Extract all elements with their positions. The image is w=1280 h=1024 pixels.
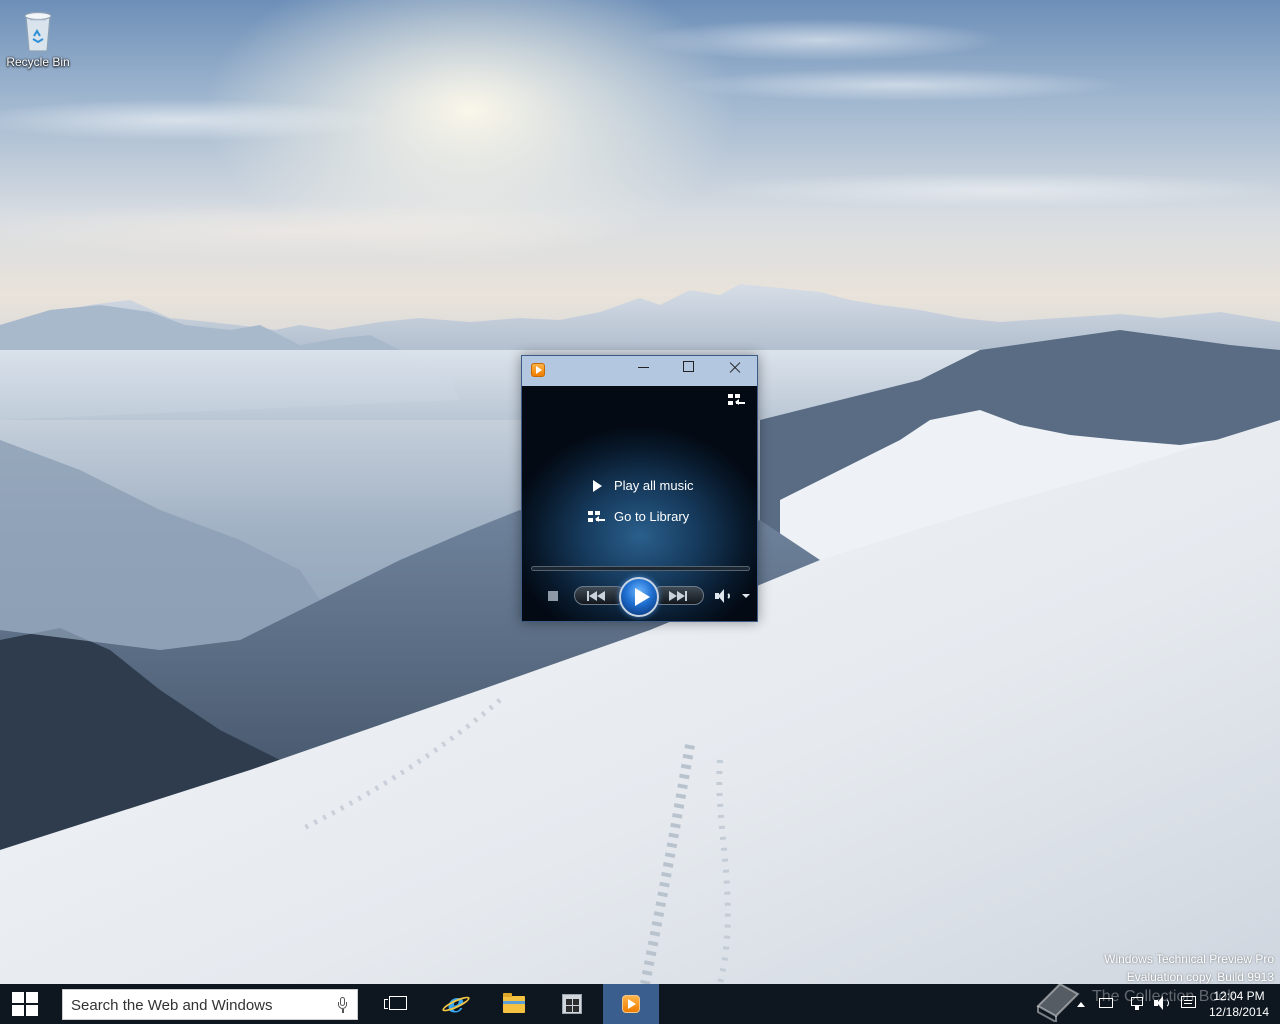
media-player-window[interactable]: Play all music Go to Library [521, 355, 758, 622]
now-playing-area: Play all music Go to Library [522, 386, 757, 621]
windows-media-player-icon [531, 363, 545, 377]
task-view-icon [384, 996, 407, 1010]
recycle-bin-label: Recycle Bin [6, 55, 70, 69]
recycle-bin-icon [24, 11, 52, 52]
next-icon [669, 591, 691, 601]
minimize-button[interactable] [620, 356, 666, 386]
internet-explorer-button[interactable]: e [432, 984, 480, 1024]
store-icon [562, 994, 582, 1014]
file-explorer-button[interactable] [490, 984, 538, 1024]
play-all-music-label: Play all music [614, 478, 694, 493]
switch-to-library-button[interactable] [728, 394, 748, 412]
next-button[interactable] [652, 586, 704, 605]
watermark-line-1: Windows Technical Preview Pro [1104, 952, 1274, 966]
play-all-music-link[interactable]: Play all music [588, 476, 693, 496]
seek-bar[interactable] [531, 566, 750, 571]
start-button[interactable] [0, 984, 50, 1024]
playback-controls [522, 576, 757, 620]
library-icon [588, 507, 614, 527]
play-button[interactable] [619, 577, 659, 617]
windows-media-player-taskbar-button[interactable] [603, 984, 659, 1024]
file-explorer-icon [503, 993, 525, 1013]
collection-book-overlay: The Collection Book [1030, 976, 1280, 1022]
volume-dropdown-icon[interactable] [742, 594, 750, 598]
media-player-titlebar[interactable] [522, 356, 757, 386]
search-placeholder: Search the Web and Windows [71, 997, 273, 1014]
microphone-icon[interactable] [337, 997, 347, 1013]
internet-explorer-icon: e [444, 991, 468, 1017]
stop-button[interactable] [548, 591, 558, 601]
recycle-bin-shortcut[interactable]: Recycle Bin [4, 6, 72, 69]
play-icon [588, 476, 614, 496]
mute-button[interactable] [715, 589, 731, 603]
collection-book-text: The Collection Book [1092, 988, 1236, 1005]
search-box[interactable]: Search the Web and Windows [62, 989, 358, 1020]
windows-media-player-icon [622, 995, 640, 1013]
maximize-button[interactable] [666, 356, 712, 386]
switch-to-library-icon [728, 394, 745, 406]
go-to-library-link[interactable]: Go to Library [588, 507, 689, 527]
go-to-library-label: Go to Library [614, 509, 690, 524]
close-button[interactable] [712, 356, 758, 386]
previous-icon [587, 591, 609, 601]
store-button[interactable] [548, 984, 596, 1024]
book-icon [1036, 982, 1080, 1022]
task-view-button[interactable] [374, 984, 422, 1024]
